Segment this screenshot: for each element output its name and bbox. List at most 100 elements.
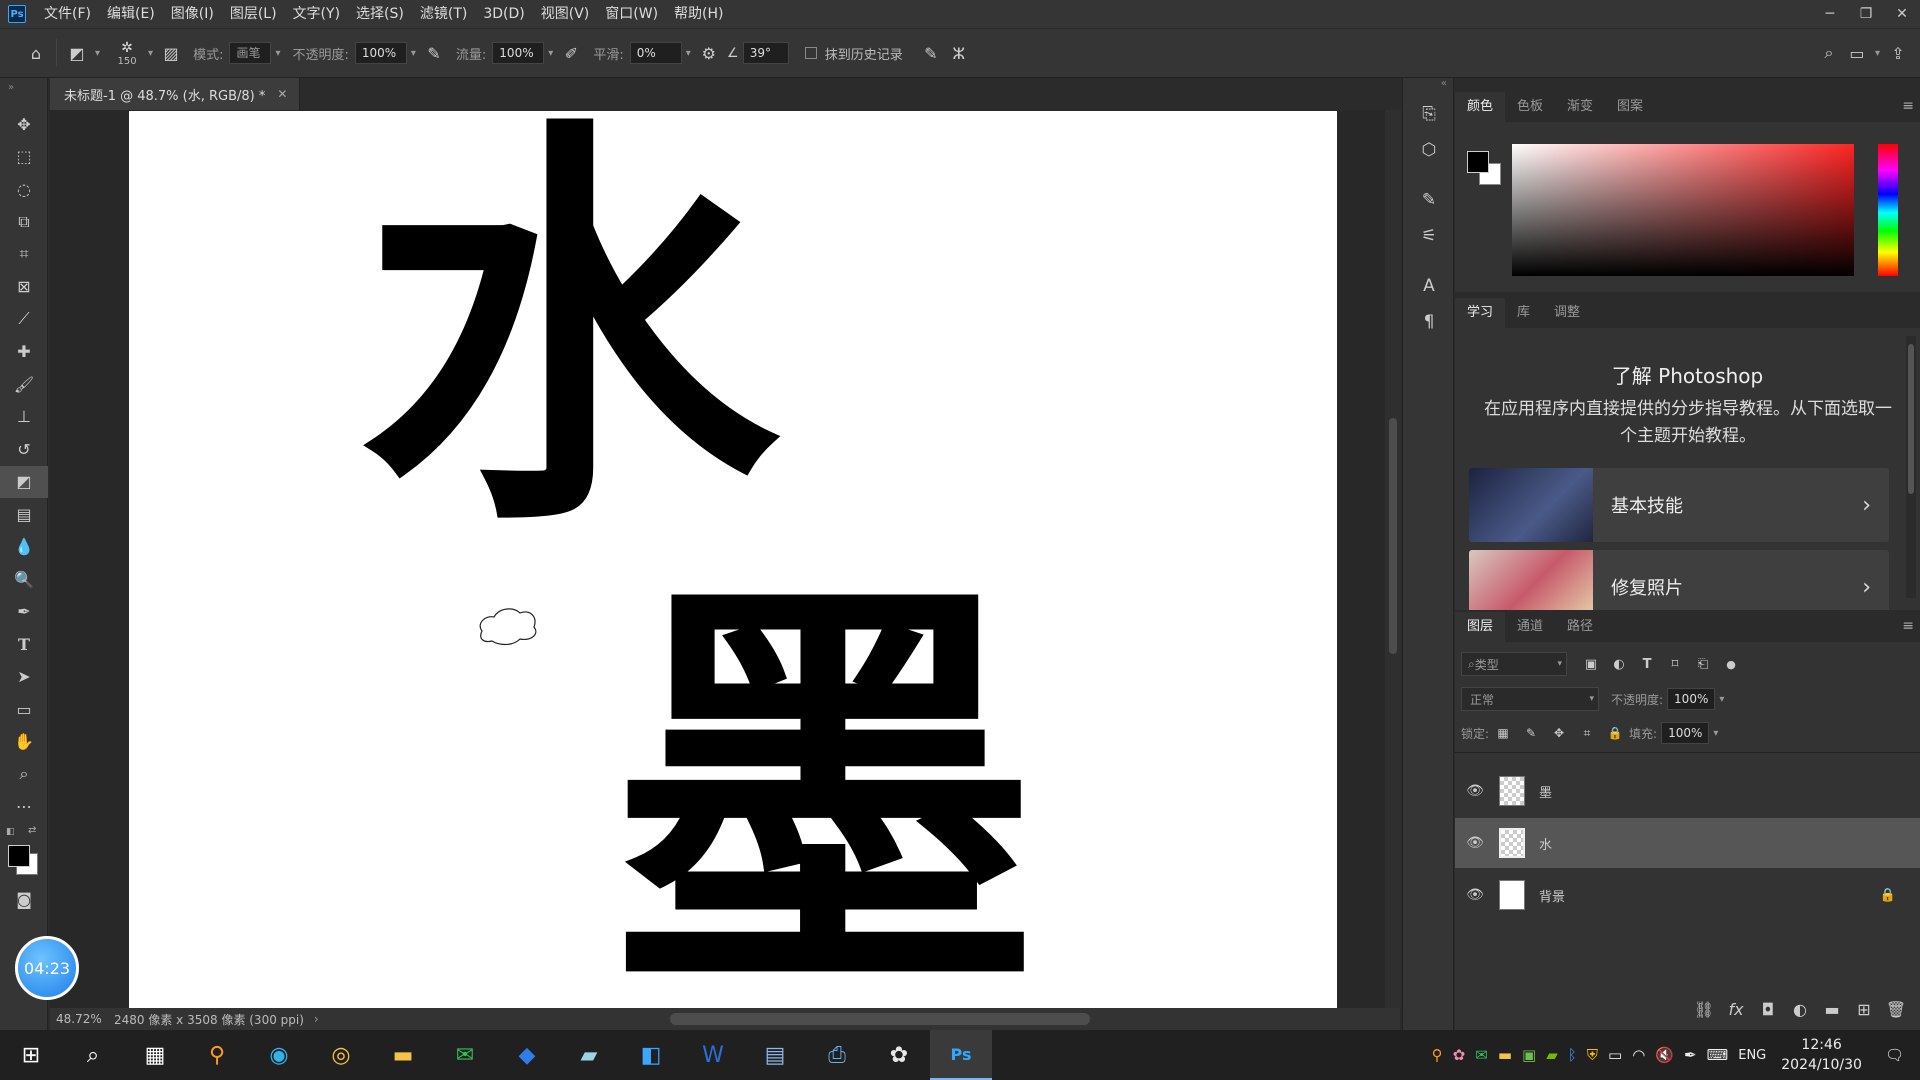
- layer-row-selected[interactable]: 👁 水: [1455, 818, 1920, 868]
- pressure-size-icon[interactable]: ✎: [917, 39, 945, 67]
- 3d-panel-icon[interactable]: ⬡: [1403, 132, 1455, 168]
- search-tray-icon[interactable]: ⚲: [1432, 1046, 1443, 1064]
- lock-artboard-icon[interactable]: ⌗: [1573, 719, 1601, 747]
- tab-libraries[interactable]: 库: [1505, 298, 1542, 328]
- quick-mask-icon[interactable]: ◙: [0, 883, 48, 916]
- app-tray-icon[interactable]: ▣: [1522, 1046, 1536, 1064]
- close-icon[interactable]: ✕: [1884, 0, 1920, 28]
- layer-name[interactable]: 背景: [1539, 886, 1880, 905]
- chevron-down-icon[interactable]: ▾: [275, 48, 280, 59]
- wechat-icon[interactable]: ✉: [434, 1030, 496, 1080]
- frame-tool-icon[interactable]: ⊠: [0, 271, 48, 304]
- menu-view[interactable]: 视图(V): [533, 0, 598, 28]
- layer-row[interactable]: 👁 墨: [1455, 766, 1920, 816]
- opacity-input[interactable]: 100%: [354, 42, 407, 64]
- path-select-tool-icon[interactable]: ➤: [0, 661, 48, 694]
- tab-paths[interactable]: 路径: [1555, 612, 1605, 642]
- app-flower-icon[interactable]: ✿: [868, 1030, 930, 1080]
- menu-help[interactable]: 帮助(H): [666, 0, 731, 28]
- learn-scrollbar[interactable]: [1906, 336, 1916, 598]
- notepad-icon[interactable]: ▰: [558, 1030, 620, 1080]
- chevron-down-icon[interactable]: ▾: [148, 48, 153, 59]
- blend-mode-select[interactable]: 正常 ▾: [1461, 687, 1599, 711]
- flower-tray-icon[interactable]: ✿: [1453, 1046, 1466, 1064]
- fx-icon[interactable]: fx: [1722, 995, 1750, 1023]
- eraser-tool-icon[interactable]: ◩: [63, 39, 91, 67]
- marquee-tool-icon[interactable]: ⬚: [0, 141, 48, 174]
- clock[interactable]: 12:46 2024/10/30: [1781, 1035, 1862, 1075]
- menu-edit[interactable]: 编辑(E): [99, 0, 163, 28]
- pixel-filter-icon[interactable]: ▣: [1577, 650, 1605, 678]
- photoshop-taskbar-icon[interactable]: Ps: [930, 1030, 992, 1080]
- new-layer-icon[interactable]: ⊞: [1850, 995, 1878, 1023]
- healing-brush-tool-icon[interactable]: ✚: [0, 336, 48, 369]
- adjustments-panel-icon[interactable]: ⚟: [1403, 218, 1455, 254]
- visibility-eye-icon[interactable]: 👁: [1455, 783, 1495, 799]
- mode-select[interactable]: 画笔: [229, 42, 272, 64]
- tab-layers[interactable]: 图层: [1455, 612, 1506, 642]
- lock-position-icon[interactable]: ✥: [1545, 719, 1573, 747]
- learn-card-fix-photo[interactable]: 修复照片 ›: [1469, 550, 1889, 610]
- word-icon[interactable]: W: [682, 1030, 744, 1080]
- flow-input[interactable]: 100%: [492, 42, 545, 64]
- app-icon[interactable]: ◧: [620, 1030, 682, 1080]
- trash-icon[interactable]: 🗑: [1882, 995, 1910, 1023]
- more-tools-icon[interactable]: ⋯: [0, 791, 48, 824]
- scroll-thumb[interactable]: [1908, 344, 1914, 494]
- lasso-tool-icon[interactable]: ◌: [0, 173, 48, 206]
- brush-preset-picker[interactable]: ✲ 150: [110, 40, 144, 67]
- panel-menu-icon[interactable]: ≡: [1902, 618, 1914, 634]
- fill-input[interactable]: 100%: [1661, 722, 1710, 744]
- filter-toggle-icon[interactable]: ●: [1717, 650, 1745, 678]
- lock-pixels-icon[interactable]: ✎: [1517, 719, 1545, 747]
- erase-history-checkbox[interactable]: [804, 47, 817, 59]
- symmetry-butterfly-icon[interactable]: ⵣ: [945, 39, 973, 67]
- tab-color[interactable]: 颜色: [1455, 92, 1506, 122]
- calculator-icon[interactable]: ▦: [124, 1030, 186, 1080]
- menu-layer[interactable]: 图层(L): [222, 0, 285, 28]
- everything-search-icon[interactable]: ⚲: [186, 1030, 248, 1080]
- chevron-down-icon[interactable]: ▾: [1719, 694, 1724, 705]
- chevron-right-icon[interactable]: ›: [314, 1012, 319, 1026]
- airbrush-icon[interactable]: ✐: [557, 39, 585, 67]
- wechat-tray-icon[interactable]: ✉: [1475, 1046, 1488, 1064]
- file-explorer-icon[interactable]: ▬: [372, 1030, 434, 1080]
- app-window-icon[interactable]: ▤: [744, 1030, 806, 1080]
- zoom-tool-icon[interactable]: ⌕: [0, 758, 48, 791]
- scroll-thumb[interactable]: [1389, 418, 1397, 654]
- share-icon[interactable]: ⇪: [1884, 39, 1912, 67]
- lock-transparency-icon[interactable]: ▦: [1489, 719, 1517, 747]
- lock-all-icon[interactable]: 🔒: [1601, 719, 1629, 747]
- collapse-icon[interactable]: «: [1403, 78, 1453, 96]
- blur-tool-icon[interactable]: 💧: [0, 531, 48, 564]
- layer-opacity-input[interactable]: 100%: [1667, 688, 1716, 710]
- object-select-tool-icon[interactable]: ⧉: [0, 206, 48, 239]
- type-tool-icon[interactable]: T: [0, 628, 48, 661]
- rectangle-tool-icon[interactable]: ▭: [0, 693, 48, 726]
- collapse-icon[interactable]: »: [0, 78, 47, 108]
- visibility-eye-icon[interactable]: 👁: [1455, 835, 1495, 851]
- menu-3d[interactable]: 3D(D): [475, 0, 532, 28]
- workspace-icon[interactable]: ▭: [1843, 39, 1871, 67]
- history-panel-icon[interactable]: ⎘: [1403, 96, 1455, 132]
- foreground-color-swatch[interactable]: [8, 845, 30, 867]
- shield-icon[interactable]: ⛨: [1587, 1046, 1598, 1064]
- color-swatches[interactable]: ◧ ⇄: [0, 823, 47, 883]
- panel-menu-icon[interactable]: ≡: [1902, 98, 1914, 114]
- tab-gradients[interactable]: 渐变: [1555, 92, 1605, 122]
- smart-object-filter-icon[interactable]: ⎗: [1689, 650, 1717, 678]
- brushes-panel-icon[interactable]: ✎: [1403, 182, 1455, 218]
- move-tool-icon[interactable]: ✥: [0, 108, 48, 141]
- learn-card-basic-skills[interactable]: 基本技能 ›: [1469, 468, 1889, 542]
- stamp-tool-icon[interactable]: ⊥: [0, 401, 48, 434]
- pen-tray-icon[interactable]: ✒: [1684, 1046, 1697, 1064]
- tab-patterns[interactable]: 图案: [1605, 92, 1655, 122]
- brush-settings-icon[interactable]: ▨: [157, 39, 185, 67]
- character-panel-icon[interactable]: A: [1403, 268, 1455, 304]
- language-indicator[interactable]: ENG: [1738, 1048, 1766, 1063]
- smoothing-input[interactable]: 0%: [629, 42, 682, 64]
- hue-slider[interactable]: [1878, 144, 1898, 276]
- dodge-tool-icon[interactable]: 🔍: [0, 563, 48, 596]
- new-group-icon[interactable]: ▬: [1818, 995, 1846, 1023]
- menu-filter[interactable]: 滤镜(T): [412, 0, 475, 28]
